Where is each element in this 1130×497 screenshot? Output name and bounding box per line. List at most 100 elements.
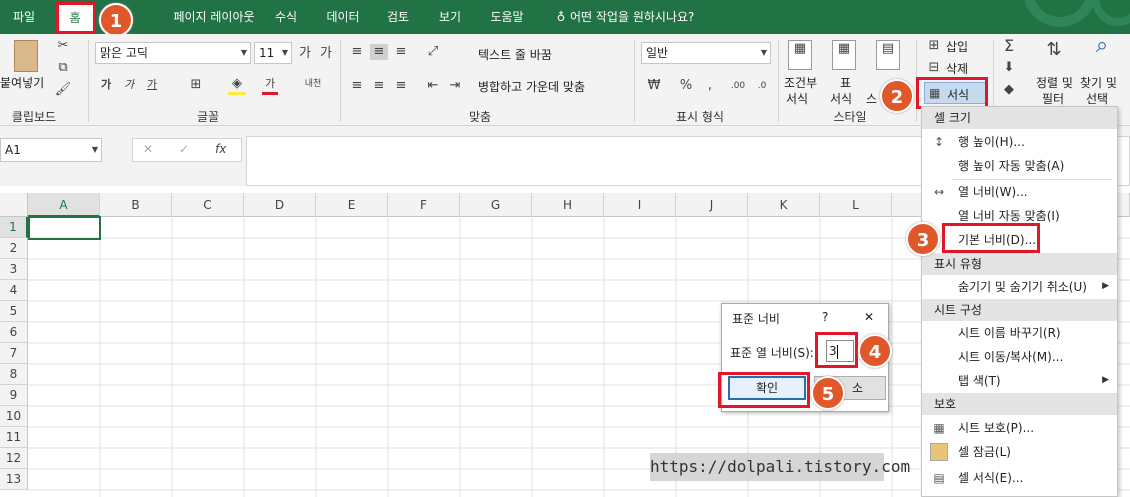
align-right-icon[interactable]: ≡ xyxy=(392,78,410,94)
help-button[interactable]: ? xyxy=(822,310,828,324)
format-as-table-button[interactable]: 표 xyxy=(840,74,851,91)
tab-view[interactable]: 보기 xyxy=(432,0,468,34)
menu-item-lock-cell[interactable]: 셀 잠금(L) xyxy=(958,441,1011,463)
decrease-font-icon[interactable]: 가 xyxy=(318,46,334,62)
row-header[interactable]: 5 xyxy=(0,301,28,322)
fill-color-icon[interactable]: ◈ xyxy=(228,76,246,95)
column-header[interactable]: H xyxy=(532,193,604,217)
row-header[interactable]: 3 xyxy=(0,259,28,280)
border-icon[interactable]: ⊞ xyxy=(188,77,204,93)
menu-item-tab-color[interactable]: 탭 색(T) xyxy=(958,370,1001,392)
paste-icon[interactable] xyxy=(14,40,38,72)
column-header[interactable]: I xyxy=(604,193,676,217)
sort-filter-button[interactable]: 정렬 및 xyxy=(1036,74,1073,91)
sort-filter-icon[interactable]: ⇅ xyxy=(1040,41,1068,59)
currency-icon[interactable]: ₩ xyxy=(643,78,665,94)
decrease-indent-icon[interactable]: ⇤ xyxy=(424,78,442,94)
comma-icon[interactable]: , xyxy=(702,78,718,94)
menu-item-format-cells[interactable]: 셀 서식(E)... xyxy=(958,467,1023,489)
cut-icon[interactable]: ✂ xyxy=(54,38,72,54)
align-middle-icon[interactable]: ≡ xyxy=(370,44,388,60)
row-header[interactable]: 12 xyxy=(0,448,28,469)
insert-function-button[interactable]: fx xyxy=(215,142,226,156)
insert-button[interactable]: 삽입 xyxy=(946,38,968,55)
column-header[interactable]: E xyxy=(316,193,388,217)
phonetic-button[interactable]: 내천 xyxy=(303,76,323,92)
copy-icon[interactable]: ⧉ xyxy=(54,60,72,76)
delete-button[interactable]: 삭제 xyxy=(946,60,968,77)
column-header[interactable]: K xyxy=(748,193,820,217)
row-header[interactable]: 6 xyxy=(0,322,28,343)
enter-icon[interactable]: ✓ xyxy=(179,142,189,156)
format-painter-icon[interactable]: 🖌 xyxy=(54,82,72,98)
percent-button[interactable]: % xyxy=(678,78,694,94)
clear-icon[interactable]: ◆ xyxy=(1000,82,1018,98)
delete-cells-icon[interactable]: ⊟ xyxy=(926,60,942,76)
column-header[interactable]: C xyxy=(172,193,244,217)
increase-decimal-icon[interactable]: .00 xyxy=(728,78,748,94)
menu-item-rename-sheet[interactable]: 시트 이름 바꾸기(R) xyxy=(958,322,1061,344)
fill-icon[interactable]: ⬇ xyxy=(1000,60,1018,76)
column-header[interactable]: F xyxy=(388,193,460,217)
column-header[interactable]: G xyxy=(460,193,532,217)
column-header[interactable]: J xyxy=(676,193,748,217)
find-select-icon[interactable]: ⌕ xyxy=(1088,35,1116,57)
menu-item-hide-unhide[interactable]: 숨기기 및 숨기기 취소(U) xyxy=(958,276,1087,298)
tell-me-search[interactable]: 어떤 작업을 원하시나요? xyxy=(570,0,710,34)
row-header[interactable]: 11 xyxy=(0,427,28,448)
merge-center-button[interactable]: 병합하고 가운데 맞춤 xyxy=(478,78,585,95)
menu-item-row-height[interactable]: 행 높이(H)... xyxy=(958,131,1025,153)
row-header[interactable]: 9 xyxy=(0,385,28,406)
number-format-combo[interactable]: 일반 ▼ xyxy=(641,42,771,64)
orientation-icon[interactable]: ⤢ xyxy=(424,44,442,60)
column-header[interactable]: A xyxy=(28,193,100,217)
conditional-formatting-icon[interactable]: ▦ xyxy=(788,40,812,70)
menu-item-autofit-row[interactable]: 행 높이 자동 맞춤(A) xyxy=(958,155,1064,177)
italic-button[interactable]: 가 xyxy=(122,77,136,93)
increase-font-icon[interactable]: 가 xyxy=(297,46,313,62)
bold-button[interactable]: 가 xyxy=(99,77,113,93)
row-header[interactable]: 1 xyxy=(0,217,28,238)
column-header[interactable]: B xyxy=(100,193,172,217)
tab-review[interactable]: 검토 xyxy=(380,0,416,34)
active-cell-a1[interactable] xyxy=(28,216,101,240)
autosum-icon[interactable]: Σ xyxy=(1000,38,1018,54)
increase-indent-icon[interactable]: ⇥ xyxy=(446,78,464,94)
tab-page-layout[interactable]: 페이지 레이아웃 xyxy=(150,0,278,34)
row-header[interactable]: 13 xyxy=(0,469,28,490)
cell-styles-icon[interactable]: ▤ xyxy=(876,40,900,70)
cell-styles-button[interactable]: 스 xyxy=(866,90,877,107)
row-header[interactable]: 8 xyxy=(0,364,28,385)
menu-item-move-copy-sheet[interactable]: 시트 이동/복사(M)... xyxy=(958,346,1063,368)
tab-file[interactable]: 파일 xyxy=(0,0,48,34)
column-header[interactable]: D xyxy=(244,193,316,217)
tab-data[interactable]: 데이터 xyxy=(320,0,366,34)
column-header[interactable]: L xyxy=(820,193,892,217)
decrease-decimal-icon[interactable]: .0 xyxy=(752,78,772,94)
tab-help[interactable]: 도움말 xyxy=(484,0,530,34)
tab-formulas[interactable]: 수식 xyxy=(268,0,304,34)
align-left-icon[interactable]: ≡ xyxy=(348,78,366,94)
conditional-formatting-button[interactable]: 조건부 xyxy=(784,74,817,91)
row-header[interactable]: 4 xyxy=(0,280,28,301)
row-header[interactable]: 7 xyxy=(0,343,28,364)
menu-item-column-width[interactable]: 열 너비(W)... xyxy=(958,181,1028,203)
align-center-icon[interactable]: ≡ xyxy=(370,78,388,94)
font-color-button[interactable]: 가 xyxy=(262,76,278,95)
close-icon[interactable]: ✕ xyxy=(864,310,874,324)
font-name-combo[interactable]: 맑은 고딕 ▼ xyxy=(95,42,251,64)
wrap-text-button[interactable]: 텍스트 줄 바꿈 xyxy=(478,46,552,63)
select-all-button[interactable] xyxy=(0,193,28,217)
insert-cells-icon[interactable]: ⊞ xyxy=(926,38,942,54)
menu-item-protect-sheet[interactable]: 시트 보호(P)... xyxy=(958,417,1034,439)
row-header[interactable]: 10 xyxy=(0,406,28,427)
cancel-icon[interactable]: ✕ xyxy=(143,142,153,156)
find-select-button[interactable]: 찾기 및 xyxy=(1080,74,1117,91)
underline-button[interactable]: 가 xyxy=(145,77,159,93)
align-top-icon[interactable]: ≡ xyxy=(348,44,366,60)
align-bottom-icon[interactable]: ≡ xyxy=(392,44,410,60)
paste-button[interactable]: 붙여넣기 xyxy=(0,74,44,91)
name-box[interactable]: A1 ▼ xyxy=(0,138,102,162)
row-header[interactable]: 2 xyxy=(0,238,28,259)
format-as-table-icon[interactable]: ▦ xyxy=(832,40,856,70)
